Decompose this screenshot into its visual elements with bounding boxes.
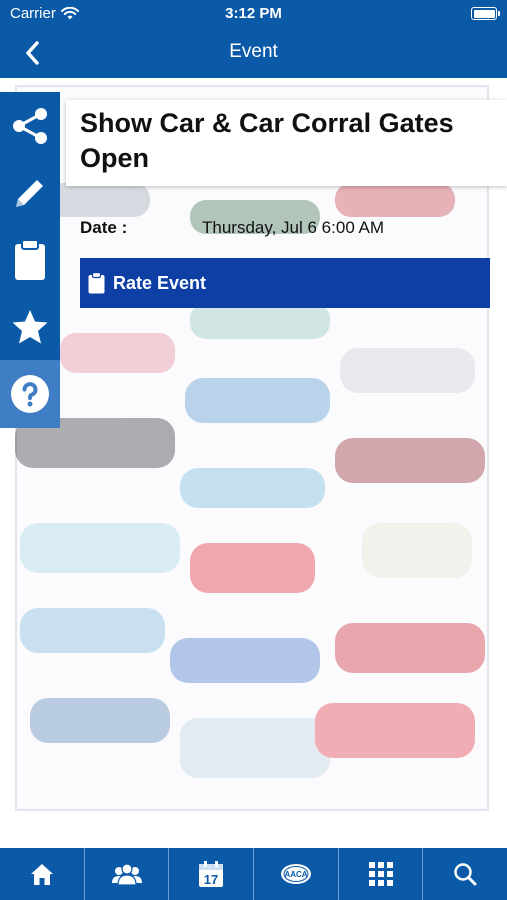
home-icon bbox=[30, 864, 53, 885]
nav-bar: Event bbox=[0, 28, 507, 78]
tab-calendar[interactable]: 17 bbox=[169, 848, 255, 900]
car-poster-background bbox=[0, 78, 507, 848]
tab-more[interactable] bbox=[339, 848, 424, 900]
tab-bar: 17 AACA bbox=[0, 848, 507, 900]
edit-note-button[interactable] bbox=[0, 159, 60, 226]
tab-people[interactable] bbox=[85, 848, 170, 900]
agenda-button[interactable] bbox=[0, 226, 60, 293]
logo-text: AACA bbox=[284, 870, 307, 879]
event-title: Show Car & Car Corral Gates Open bbox=[80, 108, 454, 173]
grid-icon bbox=[368, 862, 393, 886]
clock: 3:12 PM bbox=[225, 5, 282, 22]
tab-home[interactable] bbox=[0, 848, 85, 900]
calendar-day-text: 17 bbox=[204, 872, 218, 887]
rate-event-label: Rate Event bbox=[113, 272, 207, 293]
clipboard-icon bbox=[15, 238, 45, 280]
star-icon bbox=[12, 309, 48, 343]
action-sidebar bbox=[0, 92, 60, 428]
favorite-button[interactable] bbox=[0, 293, 60, 360]
calendar-icon: 17 bbox=[199, 860, 224, 887]
status-bar: Carrier 3:12 PM bbox=[0, 0, 507, 28]
pencil-icon bbox=[16, 179, 43, 207]
tab-aaca[interactable]: AACA bbox=[254, 848, 339, 900]
date-label: Date : bbox=[80, 218, 128, 237]
clipboard-icon bbox=[88, 272, 105, 294]
date-value: Thursday, Jul 6 6:00 AM bbox=[202, 218, 385, 237]
battery-icon bbox=[471, 7, 500, 20]
tab-search[interactable] bbox=[423, 848, 507, 900]
page-title: Event bbox=[229, 41, 278, 62]
share-button[interactable] bbox=[0, 92, 60, 159]
logo-icon: AACA bbox=[280, 864, 311, 884]
event-title-card: Show Car & Car Corral Gates Open bbox=[66, 100, 507, 186]
people-icon bbox=[111, 863, 142, 886]
search-icon bbox=[454, 863, 477, 886]
help-button[interactable] bbox=[0, 360, 60, 428]
rate-event-button[interactable]: Rate Event bbox=[80, 258, 490, 308]
event-content: Show Car & Car Corral Gates Open Date : … bbox=[0, 78, 507, 848]
share-icon bbox=[13, 107, 47, 144]
help-icon bbox=[11, 375, 49, 413]
event-screen: Carrier 3:12 PM Event Show Car & Car Cor… bbox=[0, 0, 507, 900]
